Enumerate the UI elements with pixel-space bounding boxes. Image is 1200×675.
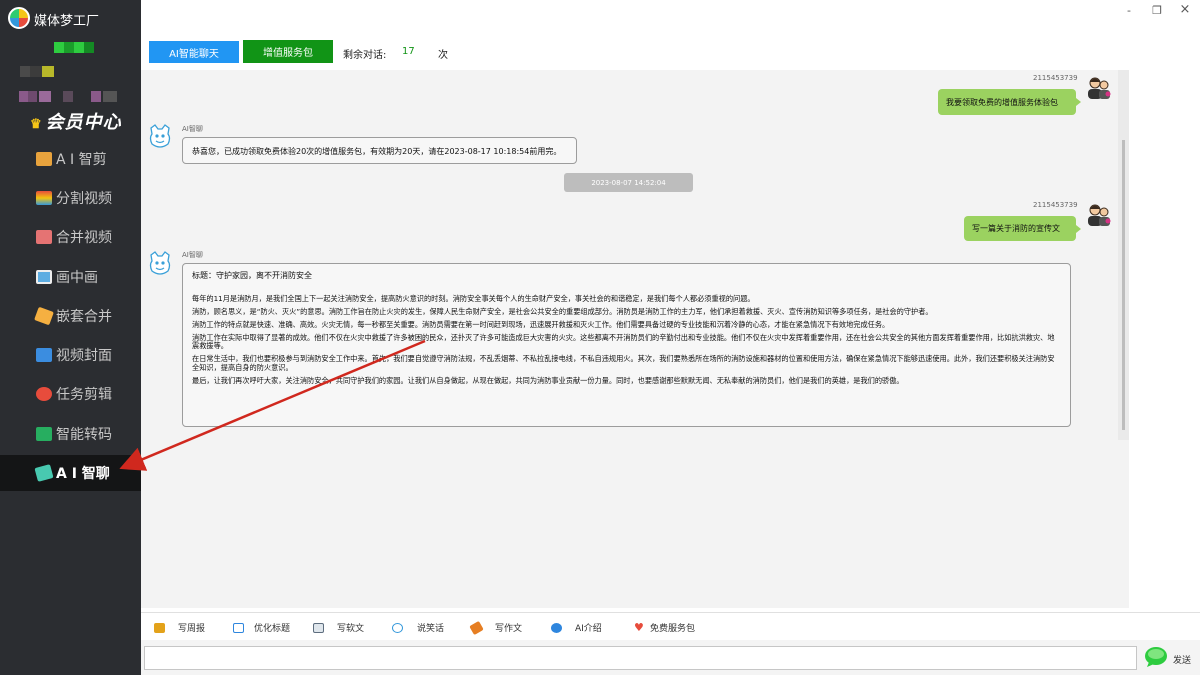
user-id: 2115453739	[1033, 74, 1078, 82]
tool-label: 免费服务包	[650, 624, 696, 634]
tool-label: 写软文	[337, 624, 365, 634]
nav-label: A I 智剪	[56, 152, 107, 168]
tool-label: 优化标题	[254, 624, 291, 634]
nav-label: 分割视频	[56, 191, 112, 207]
essay-icon	[469, 620, 484, 635]
ai-cut-icon	[36, 152, 52, 166]
tool-label: 说笑话	[417, 624, 445, 634]
ai-chat-icon	[34, 464, 54, 482]
ai-message-text: 恭喜您，已成功领取免费体验20次的增值服务包，有效期为20天，请在2023-08…	[192, 147, 562, 156]
reply-paragraph: 在日常生活中，我们也要积极参与到消防安全工作中来。首先，我们要自觉遵守消防法规，…	[192, 354, 1055, 372]
account-mosaic	[20, 66, 54, 77]
tool-label: 写周报	[178, 624, 206, 634]
member-center[interactable]: ♛ 会员中心	[30, 108, 122, 134]
member-center-label: 会员中心	[45, 112, 122, 133]
message-input[interactable]	[144, 646, 1137, 670]
reply-paragraph: 消防工作的特点就是快速、准确、高效。火灾无情，每一秒都至关重要。消防员需要在第一…	[192, 319, 890, 329]
reply-paragraph: 标题：守护家园，离不开消防安全	[192, 271, 312, 280]
app-logo	[8, 7, 30, 29]
split-video-icon	[36, 191, 52, 205]
account-mosaic	[54, 42, 99, 53]
smart-transcode-icon	[36, 427, 52, 441]
optimize-title-icon	[233, 622, 244, 633]
ai-chat-tab-button[interactable]: AI智能聊天	[149, 41, 239, 63]
nav-label: 画中画	[56, 270, 98, 286]
nav-label: 嵌套合并	[56, 309, 112, 325]
restore-button[interactable]: ❐	[1148, 4, 1166, 18]
crown-icon: ♛	[30, 117, 43, 132]
merge-video-icon	[36, 230, 52, 244]
nav-split-video[interactable]: 分割视频	[0, 180, 141, 216]
user-avatar-icon	[1088, 204, 1111, 226]
user-id: 2115453739	[1033, 201, 1078, 209]
user-avatar-icon	[1088, 77, 1111, 99]
reply-paragraph: 消防工作在实际中取得了显著的成效。他们不仅在火灾中救援了许多被困的民众，还扑灭了…	[192, 332, 1055, 350]
tool-label: 写作文	[495, 624, 523, 634]
picture-in-picture-icon	[36, 270, 52, 284]
nav-label: A I 智聊	[56, 466, 110, 482]
heart-icon: ♥	[634, 620, 644, 634]
ai-name: AI智聊	[182, 251, 203, 259]
ai-robot-icon	[149, 124, 171, 148]
timestamp-pill: 2023-08-07 14:52:04	[564, 173, 693, 192]
nav-ai-cut[interactable]: A I 智剪	[0, 141, 141, 177]
ai-avatar	[147, 249, 173, 275]
scrollbar-thumb[interactable]	[1122, 140, 1125, 430]
user-message-bubble: 写一篇关于消防的宣传文	[964, 216, 1081, 241]
ai-message-bubble: 恭喜您，已成功领取免费体验20次的增值服务包，有效期为20天，请在2023-08…	[182, 137, 577, 164]
nav-label: 智能转码	[56, 427, 112, 443]
tool-label: AI介绍	[575, 624, 602, 634]
ai-name: AI智聊	[182, 125, 203, 133]
nav-label: 视频封面	[56, 348, 112, 364]
nav-task-edit[interactable]: 任务剪辑	[0, 376, 141, 412]
sidebar: 媒体梦工厂 ♛ 会员中心 A I 智剪 分割视频 合并视频 画中画 嵌套合并 视…	[0, 0, 141, 675]
nav-nested-merge[interactable]: 嵌套合并	[0, 298, 141, 334]
tool-joke[interactable]: 说笑话	[392, 621, 444, 634]
speech-bubble-icon	[1145, 647, 1167, 667]
nav-label: 合并视频	[56, 230, 112, 246]
nav-picture-in-picture[interactable]: 画中画	[0, 259, 141, 295]
reply-paragraph: 最后，让我们再次呼吁大家，关注消防安全，共同守护我们的家园。让我们从自身做起，从…	[192, 375, 904, 385]
info-icon	[551, 622, 562, 633]
nav-video-cover[interactable]: 视频封面	[0, 337, 141, 373]
tool-soft-article[interactable]: 写软文	[313, 621, 364, 634]
task-edit-icon	[36, 387, 52, 401]
close-button[interactable]: ×	[1176, 2, 1194, 17]
remaining-unit: 次	[438, 50, 448, 61]
account-mosaic	[19, 91, 119, 102]
ai-message-bubble: 标题：守护家园，离不开消防安全 每年的11月是消防月，是我们全国上下一起关注消防…	[182, 263, 1071, 427]
tool-optimize-title[interactable]: 优化标题	[233, 621, 290, 634]
tool-ai-intro[interactable]: AI介绍	[551, 621, 602, 634]
tool-weekly-report[interactable]: 写周报	[154, 621, 205, 634]
user-avatar	[1085, 74, 1111, 100]
nav-merge-video[interactable]: 合并视频	[0, 219, 141, 255]
ai-robot-icon	[149, 251, 171, 275]
nav-smart-transcode[interactable]: 智能转码	[0, 416, 141, 452]
remaining-count: 17	[402, 46, 415, 57]
value-added-service-button[interactable]: 增值服务包	[243, 40, 333, 63]
nav-ai-chat[interactable]: A I 智聊	[0, 455, 141, 491]
user-message-bubble: 我要领取免费的增值服务体验包	[938, 89, 1081, 115]
minimize-button[interactable]: -	[1120, 4, 1138, 18]
reply-paragraph: 每年的11月是消防月，是我们全国上下一起关注消防安全，提高防火意识的时刻。消防安…	[192, 293, 755, 303]
app-title: 媒体梦工厂	[34, 14, 100, 29]
reply-paragraph: 消防，顾名思义，是“防火、灭火”的意思。消防工作旨在防止火灾的发生，保障人民生命…	[192, 306, 933, 316]
weekly-report-icon	[154, 622, 165, 633]
nav-label: 任务剪辑	[56, 387, 112, 403]
ai-avatar	[147, 122, 173, 148]
send-label[interactable]: 发送	[1173, 653, 1191, 666]
soft-article-icon	[313, 622, 324, 633]
tool-free-service-pack[interactable]: ♥ 免费服务包	[634, 620, 696, 635]
tool-essay[interactable]: 写作文	[469, 620, 523, 635]
joke-icon	[392, 622, 403, 633]
video-cover-icon	[36, 348, 52, 362]
remaining-label: 剩余对话:	[343, 50, 387, 61]
send-button[interactable]	[1144, 646, 1168, 668]
user-avatar	[1085, 201, 1111, 227]
nested-merge-icon	[34, 306, 54, 326]
